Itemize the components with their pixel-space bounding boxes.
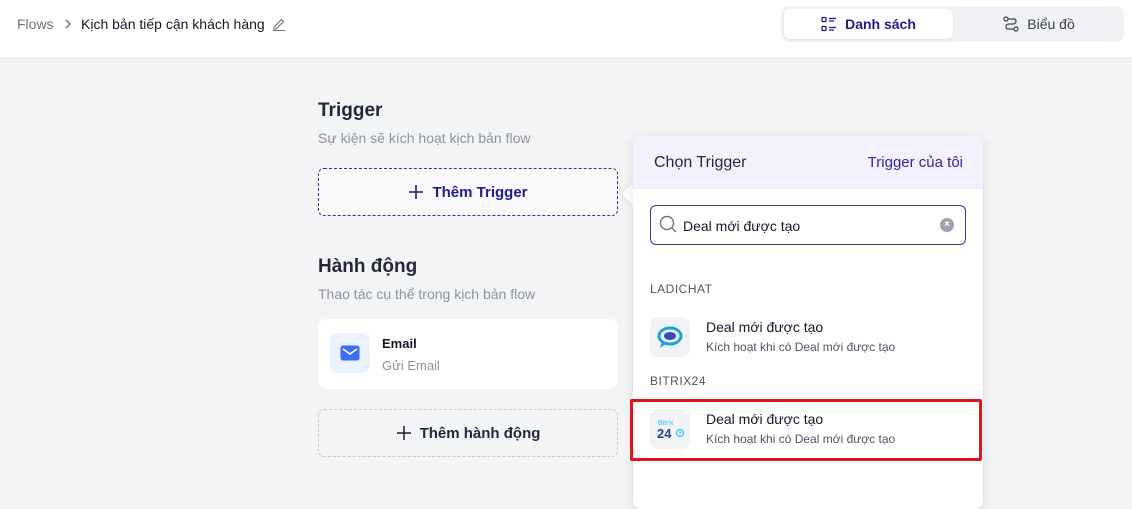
add-trigger-label: Thêm Trigger [432,183,528,201]
bitrix24-logo-icon: Bitrix 24 [650,409,690,449]
email-action-card[interactable]: Email Gửi Email [318,319,618,389]
email-card-title: Email [382,336,417,351]
svg-text:24: 24 [657,426,672,441]
top-bar: Flows Kịch bản tiếp cận khách hàng Danh … [0,0,1132,58]
my-triggers-link[interactable]: Trigger của tôi [868,154,963,171]
trigger-section-title: Trigger [318,100,383,121]
trigger-search-box: × [650,205,966,245]
ladichat-logo-icon [650,317,690,357]
tab-list-view-label: Danh sách [845,16,916,32]
panel-header: Chọn Trigger Trigger của tôi [633,136,983,189]
trigger-option-title: Deal mới được tạo [706,319,824,335]
action-section-title: Hành động [318,256,418,277]
page-title: Kịch bản tiếp cận khách hàng [81,16,265,32]
trigger-section-subtitle: Sự kiện sẽ kích hoạt kịch bản flow [318,130,531,146]
tab-chart-view-label: Biểu đồ [1027,16,1075,32]
panel-title: Chọn Trigger [654,154,747,171]
add-trigger-button[interactable]: Thêm Trigger [318,168,618,216]
action-section-subtitle: Thao tác cụ thể trong kịch bản flow [318,286,536,302]
plus-icon [409,185,424,199]
pencil-icon[interactable] [272,17,286,31]
trigger-option-subtitle: Kích hoạt khi có Deal mới được tạo [706,340,896,354]
clear-search-icon[interactable]: × [940,218,954,232]
trigger-search-input[interactable] [683,216,933,236]
choose-trigger-panel: Chọn Trigger Trigger của tôi × LADICHAT … [633,136,983,509]
mail-icon [330,333,370,373]
group-label-bitrix24: BITRIX24 [650,374,707,388]
add-action-button[interactable]: Thêm hành động [318,409,618,457]
tab-chart-view[interactable]: Biểu đồ [957,9,1121,39]
flow-chart-icon [1003,16,1019,32]
view-toggle: Danh sách Biểu đồ [781,6,1124,42]
group-label-ladichat: LADICHAT [650,282,713,296]
plus-icon [396,426,411,440]
email-card-subtitle: Gửi Email [382,358,440,373]
add-action-label: Thêm hành động [419,424,541,442]
breadcrumb-root[interactable]: Flows [17,16,54,32]
list-icon [821,16,837,32]
trigger-option-subtitle: Kích hoạt khi có Deal mới được tạo [706,432,896,446]
trigger-option-title: Deal mới được tạo [706,411,824,427]
tab-list-view[interactable]: Danh sách [784,9,953,39]
search-icon [659,215,677,233]
trigger-option-ladichat-deal-created[interactable]: Deal mới được tạo Kích hoạt khi có Deal … [633,306,983,366]
chevron-right-icon [65,19,71,29]
trigger-option-bitrix24-deal-created[interactable]: Bitrix 24 Deal mới được tạo Kích hoạt kh… [633,398,983,458]
